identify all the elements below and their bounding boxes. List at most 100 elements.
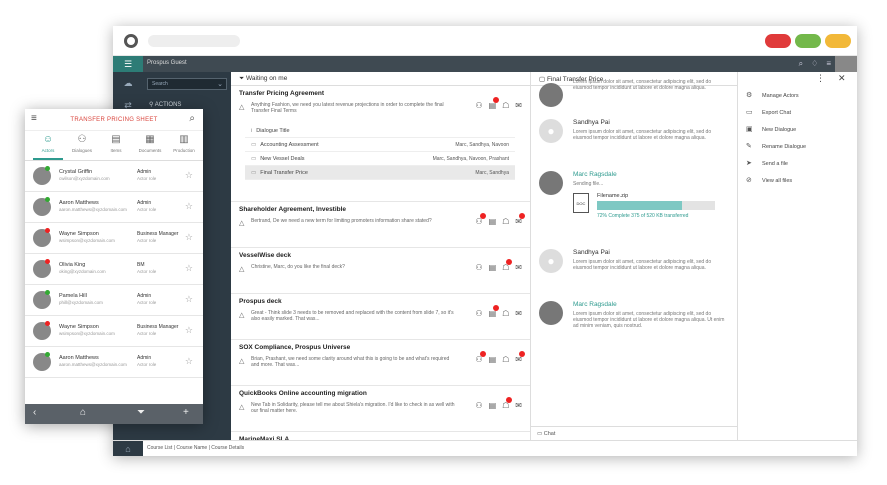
star-icon[interactable]: ☆ [185,325,193,336]
thread-item[interactable]: QuickBooks Online accounting migration △ N… [231,386,530,432]
thread-item[interactable]: SOX Compliance, Prospus Universe △ Brian, … [231,340,530,386]
mobile-tabs: ☺ Actors ⚇ Dialogues ▤ Items ▦ Documents ▥ Produc… [25,131,203,161]
dialogue-item[interactable]: i Dialogue Title [245,124,515,138]
tab-production[interactable]: ▥ Production [169,134,199,153]
doc-icon[interactable]: ▤ [489,401,497,410]
group-icon[interactable]: ☖ [502,355,509,364]
app-logo[interactable]: ☰ [113,56,143,72]
mobile-window: ≡ TRANSFER PRICING SHEET ⌕ ☺ Actors ⚇ Dialo… [25,109,203,424]
close-icon[interactable]: ✕ [838,73,846,84]
menu-item[interactable]: ▭ Export Chat [738,103,857,120]
contact-row[interactable]: Pamela Hill phill@xyzdomain.com Admin Actor… [25,285,203,316]
contact-row[interactable]: Aaron Matthews aaron.matthews@xyzdomain.c… [25,347,203,378]
contact-name: Wayne Simpson [59,231,99,237]
contact-row[interactable]: Olivia King oking@xyzdomain.com BM Actor ro… [25,254,203,285]
search-icon[interactable]: ⌕ [799,59,803,68]
cloud-icon[interactable]: ☁ [113,72,143,94]
menu-item[interactable]: ✎ Rename Dialogue [738,137,857,154]
group-icon[interactable]: ☖ [502,397,513,410]
doc-icon[interactable]: ▤ [489,97,500,110]
contact-row[interactable]: Crystal Griffin cwilson@xyzdomain.com Admi… [25,161,203,192]
contact-email: cwilson@xyzdomain.com [59,176,110,181]
contact-row[interactable]: Wayne Simpson wsimpson@xyzdomain.com Busin… [25,316,203,347]
star-icon[interactable]: ☆ [185,232,193,243]
home-icon[interactable]: ⌂ [113,441,143,456]
mail-icon[interactable]: ✉ [515,309,522,318]
thread-item[interactable]: MarineMaxi SLA△Laurence, Mon, I don't th… [231,432,530,440]
yellow-window-button[interactable] [825,34,851,48]
left-search-placeholder: Search [152,81,168,87]
people-icon[interactable]: ⚇ [475,101,482,110]
people-icon[interactable]: ⚇ [475,401,482,410]
people-icon[interactable]: ⚇ [475,351,486,364]
chat-message: Lorem ipsum dolor sit amet, consectetur … [531,79,737,115]
mail-icon[interactable]: ✉ [515,263,522,272]
thread-item[interactable]: Prospus deck △ Great - Think slide 3 needs… [231,294,530,340]
tab-actors[interactable]: ☺ Actors [33,134,63,160]
logo-icon [124,34,138,48]
filter-icon[interactable]: ⏷ [239,75,244,82]
menu-item[interactable]: ⚙ Manage Actors [738,86,857,103]
left-search-input[interactable]: Search ⌄ [147,78,227,90]
filter-icon[interactable]: ⏷ [137,407,145,418]
dialogue-label: Dialogue Title [256,128,290,134]
group-icon[interactable]: ☖ [502,101,509,110]
group-icon[interactable]: ☖ [502,217,509,226]
mail-icon[interactable]: ✉ [515,351,525,364]
group-icon[interactable]: ☖ [502,259,513,272]
thread-item[interactable]: VesselWise deck △ Christine, Marc, do you … [231,248,530,294]
dialogue-item[interactable]: ▭ Final Transfer Price Marc, Sandhya [245,166,515,180]
doc-icon[interactable]: ▤ [489,217,497,226]
star-icon[interactable]: ☆ [185,263,193,274]
thread-item[interactable]: Transfer Pricing Agreement △ Anything Fash… [231,86,530,202]
add-icon[interactable]: + [183,407,189,418]
home-icon[interactable]: ⌂ [80,407,86,418]
file-transfer[interactable]: DOC Filename.zip 72% Complete 375 of 520 K… [573,191,731,225]
dialogue-item[interactable]: ▭ New Vessel Deals Marc, Sandhya, Navoon, … [245,152,515,166]
menu-item[interactable]: ➤ Send a file [738,154,857,171]
progress-bar [597,201,715,210]
red-window-button[interactable] [765,34,791,48]
contact-row[interactable]: Wayne Simpson wsimpson@xyzdomain.com Busin… [25,223,203,254]
tab-items[interactable]: ▤ Items [101,134,131,153]
bell-icon[interactable]: ♢ [811,59,818,68]
nav-icons: ⌕ ♢ ≡ [791,59,831,69]
people-icon[interactable]: ⚇ [475,263,482,272]
people-icon[interactable]: ⚇ [475,309,482,318]
thread-item[interactable]: Shareholder Agreement, Investible △ Bertra… [231,202,530,248]
message-list: Lorem ipsum dolor sit amet, consectetur … [531,79,737,349]
menu-item-label: New Dialogue [762,127,797,133]
more-icon[interactable]: ⋮ [816,73,825,84]
group-icon[interactable]: ☖ [502,309,509,318]
doc-icon[interactable]: ▤ [489,305,500,318]
star-icon[interactable]: ☆ [185,356,193,367]
search-icon[interactable]: ⌕ [189,113,195,124]
star-icon[interactable]: ☆ [185,201,193,212]
message-text: Lorem ipsum dolor sit amet, consectetur … [573,79,712,91]
contact-row[interactable]: Aaron Matthews aaron.matthews@xyzdomain.c… [25,192,203,223]
breadcrumb[interactable]: Course List | Course Name | Course Detai… [147,445,244,451]
green-window-button[interactable] [795,34,821,48]
mail-icon[interactable]: ✉ [515,101,522,110]
menu-item[interactable]: ⊘ View all files [738,171,857,188]
people-icon[interactable]: ⚇ [475,213,486,226]
back-icon[interactable]: ‹ [33,407,36,418]
menu-item[interactable]: ▣ New Dialogue [738,120,857,137]
top-search-input[interactable] [148,35,240,47]
chat-input[interactable]: ▭ Chat [531,426,737,440]
contact-name: Aaron Matthews [59,200,99,206]
star-icon[interactable]: ☆ [185,294,193,305]
contact-name: Crystal Griffin [59,169,93,175]
user-avatar[interactable] [835,56,857,72]
mail-icon[interactable]: ✉ [515,213,525,226]
star-icon[interactable]: ☆ [185,170,193,181]
doc-icon[interactable]: ▤ [489,263,497,272]
doc-icon[interactable]: ▤ [489,355,497,364]
mail-icon[interactable]: ✉ [515,401,522,410]
tab-dialogues[interactable]: ⚇ Dialogues [67,134,97,153]
tab-documents[interactable]: ▦ Documents [135,134,165,153]
dialogue-item[interactable]: ▭ Accounting Assessment Marc, Sandhya, Nav… [245,138,515,152]
nav-title: Prospus Guest [147,60,187,66]
bell-icon: △ [239,104,245,111]
menu-icon[interactable]: ≡ [826,59,831,68]
